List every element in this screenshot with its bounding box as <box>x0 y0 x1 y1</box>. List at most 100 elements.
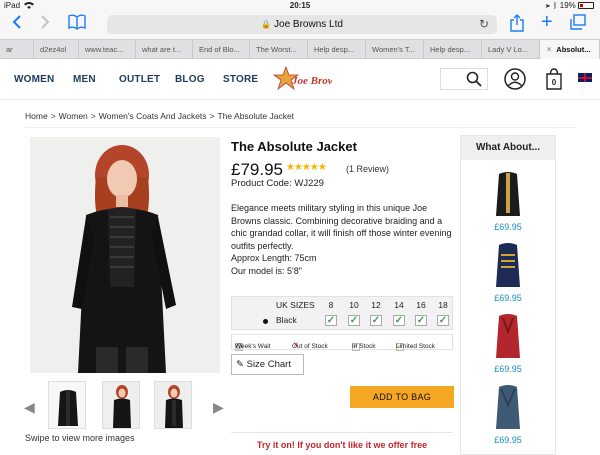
recommendation-price: £69.95 <box>494 364 522 374</box>
clock: 20:15 <box>289 1 311 10</box>
size-14-checkbox[interactable]: ✓ <box>393 315 405 326</box>
model-height: Our model is: 5'8" <box>231 265 302 276</box>
recommendation-item[interactable]: £69.95 <box>461 383 555 445</box>
nav-men[interactable]: MEN <box>73 74 96 85</box>
product-title: The Absolute Jacket <box>231 139 357 154</box>
size-8-checkbox[interactable]: ✓ <box>325 315 337 326</box>
description-text: Elegance meets military styling in this … <box>231 203 452 251</box>
size-label: 18 <box>438 300 448 310</box>
product-price: £79.95 <box>231 160 283 179</box>
divider <box>25 127 576 128</box>
browser-tab[interactable]: Women's T... <box>366 40 424 59</box>
what-about-heading: What About... <box>461 136 555 160</box>
reload-icon[interactable]: ↻ <box>479 15 489 34</box>
recommendation-image[interactable] <box>489 312 527 360</box>
what-about-panel: What About... £69.95 £69.95 £69.95 £69.9… <box>460 135 556 455</box>
swipe-hint: Swipe to view more images <box>25 433 135 443</box>
divider <box>231 432 453 433</box>
size-table: UK SIZES 8 10 12 14 16 18 Black ✓ ✓ ✓ ✓ … <box>231 296 453 330</box>
forward-icon[interactable] <box>40 14 50 36</box>
recommendation-image[interactable] <box>489 170 527 218</box>
battery-icon <box>578 2 594 10</box>
ruler-icon: ✎ <box>236 359 244 370</box>
recommendation-image[interactable] <box>489 241 527 289</box>
recommendation-item[interactable]: £69.95 <box>461 241 555 303</box>
svg-text:Joe Browns: Joe Browns <box>291 75 332 87</box>
recommendation-item[interactable]: £69.95 <box>461 170 555 232</box>
url-text: Joe Browns Ltd <box>274 19 343 30</box>
site-logo[interactable]: Joe Browns <box>272 65 346 96</box>
size-16-checkbox[interactable]: ✓ <box>415 315 427 326</box>
location-icon: ➤ <box>545 1 551 10</box>
browser-tab[interactable]: Help desp... <box>308 40 366 59</box>
stock-legend: ◷ Week's Wait ✕ Out of Stock ✓ In Stock ✓ Li… <box>231 334 453 351</box>
lock-icon: 🔒 <box>261 20 272 29</box>
browser-tab[interactable]: d2ez4ol <box>34 40 79 59</box>
breadcrumb-women[interactable]: Women <box>59 111 88 121</box>
recommendation-image[interactable] <box>489 383 527 431</box>
browser-tab[interactable]: Help desp... <box>424 40 482 59</box>
new-tab-icon[interactable]: + <box>541 12 553 32</box>
size-label: 12 <box>371 300 381 310</box>
colour-radio[interactable] <box>263 319 268 324</box>
browser-toolbar: 🔒 Joe Browns Ltd ↻ + <box>0 12 600 39</box>
account-icon[interactable] <box>504 68 526 95</box>
tabs-icon[interactable] <box>570 14 586 36</box>
add-to-bag-button[interactable]: ADD TO BAG <box>350 386 454 408</box>
browser-tab[interactable]: The Worst... <box>250 40 308 59</box>
recommendation-price: £69.95 <box>494 435 522 445</box>
uk-flag-icon[interactable] <box>578 73 592 82</box>
thumbnails-prev-icon[interactable]: ◀ <box>24 399 35 416</box>
battery-percent: 19% <box>559 1 576 10</box>
colour-row: Black ✓ ✓ ✓ ✓ ✓ ✓ <box>232 313 454 329</box>
search-icon[interactable] <box>466 71 482 92</box>
bag-icon[interactable]: 0 <box>545 68 563 95</box>
browser-tab-strip: ar d2ez4ol www.teac... what are t... End… <box>0 39 600 59</box>
browser-tab[interactable]: Lady V Lo... <box>482 40 540 59</box>
share-icon[interactable] <box>510 14 524 38</box>
breadcrumb: Home > Women > Women's Coats And Jackets > The… <box>25 111 295 121</box>
product-main-image[interactable] <box>30 137 220 373</box>
breadcrumb-category[interactable]: Women's Coats And Jackets <box>99 111 207 121</box>
nav-store[interactable]: STORE <box>223 74 258 85</box>
size-label: 14 <box>394 300 404 310</box>
product-description: Elegance meets military styling in this … <box>231 202 455 277</box>
browser-tab[interactable]: www.teac... <box>79 40 136 59</box>
browser-tab-active[interactable]: ✕ Absolut... <box>540 40 600 59</box>
size-10-checkbox[interactable]: ✓ <box>348 315 360 326</box>
battery-status: ➤ ᛒ 19% <box>546 1 594 10</box>
uk-sizes-label: UK SIZES <box>276 300 315 310</box>
browser-tab[interactable]: what are t... <box>136 40 193 59</box>
active-tab-label: Absolut... <box>556 45 591 54</box>
browser-tab[interactable]: ar <box>0 40 34 59</box>
bluetooth-icon: ᛒ <box>552 1 558 10</box>
breadcrumb-home[interactable]: Home <box>25 111 48 121</box>
size-18-checkbox[interactable]: ✓ <box>437 315 449 326</box>
nav-blog[interactable]: BLOG <box>175 74 205 85</box>
address-bar[interactable]: 🔒 Joe Browns Ltd ↻ <box>107 15 497 34</box>
recommendation-price: £69.95 <box>494 222 522 232</box>
back-icon[interactable] <box>12 14 22 36</box>
review-count-link[interactable]: (1 Review) <box>346 164 389 174</box>
approx-length: Approx Length: 75cm <box>231 253 317 263</box>
rating-stars: ★★★★★ <box>286 162 327 173</box>
bookmarks-icon[interactable] <box>68 14 86 36</box>
browser-tab[interactable]: End of Blo... <box>193 40 250 59</box>
nav-outlet[interactable]: OUTLET <box>119 74 160 85</box>
recommendation-item[interactable]: £69.95 <box>461 312 555 374</box>
recommendation-price: £69.95 <box>494 293 522 303</box>
size-12-checkbox[interactable]: ✓ <box>370 315 382 326</box>
thumbnail-2[interactable] <box>102 381 140 429</box>
nav-women[interactable]: WOMEN <box>14 74 54 85</box>
size-label: 8 <box>328 300 334 310</box>
size-chart-button[interactable]: ✎ Size Chart <box>231 354 304 375</box>
product-code: Product Code: WJ229 <box>231 178 324 189</box>
thumbnails-next-icon[interactable]: ▶ <box>213 399 224 416</box>
status-bar: iPad 20:15 ➤ ᛒ 19% <box>0 0 600 12</box>
size-label: 16 <box>416 300 426 310</box>
bag-count: 0 <box>552 78 557 87</box>
colour-label: Black <box>276 315 297 325</box>
thumbnail-1[interactable] <box>48 381 86 429</box>
thumbnail-3[interactable] <box>154 381 192 429</box>
close-tab-icon[interactable]: ✕ <box>546 45 552 54</box>
